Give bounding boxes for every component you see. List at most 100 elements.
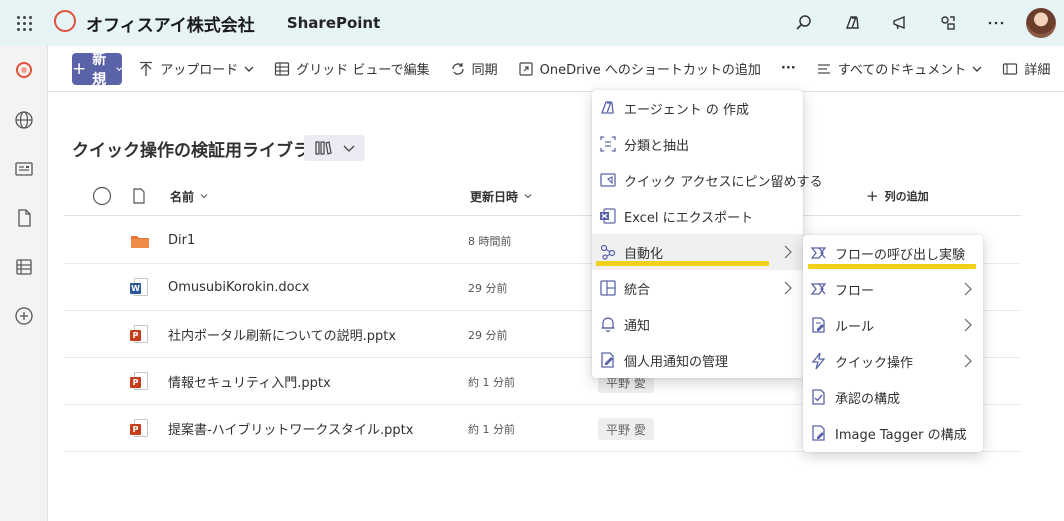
submenu-item-rules[interactable]: ルール xyxy=(803,307,983,343)
info-pane-icon xyxy=(1003,62,1018,75)
menu-item-label: 分類と抽出 xyxy=(624,138,690,154)
rail-site-logo[interactable] xyxy=(0,46,48,95)
library-view-icon xyxy=(314,141,332,155)
row-modified: 約 1 分前 xyxy=(468,422,515,436)
waffle-icon xyxy=(16,15,32,31)
left-rail xyxy=(0,46,48,521)
rail-create[interactable] xyxy=(0,291,48,340)
add-column-label: 列の追加 xyxy=(884,190,929,203)
shortcut-icon xyxy=(519,61,533,76)
new-button[interactable]: + 新規 xyxy=(72,52,123,88)
upload-label: アップロード xyxy=(160,63,239,78)
more-commands-button[interactable]: ··· xyxy=(771,53,806,85)
powerpoint-file-icon: P xyxy=(130,325,150,345)
select-all-checkbox[interactable] xyxy=(92,176,112,216)
document-icon xyxy=(133,188,145,204)
sync-button[interactable]: 同期 xyxy=(440,53,508,85)
menu-item-export-excel[interactable]: Excel にエクスポート xyxy=(592,198,803,234)
rail-sites[interactable] xyxy=(0,95,48,144)
modified-by-badge[interactable]: 平野 愛 xyxy=(598,418,654,440)
brand-name[interactable]: オフィスアイ株式会社 xyxy=(86,11,255,36)
plus-icon: + xyxy=(72,58,87,79)
share-button[interactable] xyxy=(924,0,972,46)
powerpoint-file-icon: P xyxy=(130,419,150,439)
menu-item-extract[interactable]: 分類と抽出 xyxy=(592,126,803,162)
share-icon xyxy=(941,16,955,30)
menu-item-label: 自動化 xyxy=(624,246,664,262)
view-list-icon xyxy=(817,63,830,74)
modified-column-header[interactable]: 更新日時 xyxy=(470,176,532,216)
manage-alerts-icon xyxy=(601,352,614,368)
announcements-button[interactable] xyxy=(876,0,924,46)
submenu-item-label: フロー xyxy=(835,283,875,299)
menu-item-label: クイック アクセスにピン留めする xyxy=(624,174,823,190)
search-button[interactable] xyxy=(780,0,828,46)
search-icon xyxy=(796,15,811,30)
avatar[interactable] xyxy=(1026,8,1056,38)
chevron-right-icon xyxy=(964,282,972,296)
menu-item-create-agent[interactable]: エージェント の 作成 xyxy=(592,90,803,126)
menu-item-integrate[interactable]: 統合 xyxy=(592,270,803,306)
more-icon xyxy=(988,21,1004,25)
app-name[interactable]: SharePoint xyxy=(287,14,380,32)
rail-lists[interactable] xyxy=(0,242,48,291)
submenu-item-image-tagger[interactable]: Image Tagger の構成 xyxy=(803,415,983,451)
excel-icon xyxy=(600,208,616,224)
automate-icon xyxy=(600,244,616,260)
brand-logo[interactable] xyxy=(54,10,80,36)
pin-icon xyxy=(600,173,616,187)
row-name[interactable]: 社内ポータル刷新についての説明.pptx xyxy=(168,311,396,358)
row-name[interactable]: Dir1 xyxy=(168,217,195,264)
add-column-button[interactable]: + 列の追加 xyxy=(866,176,929,216)
sync-icon xyxy=(451,62,464,75)
rail-news[interactable] xyxy=(0,144,48,193)
menu-item-label: 通知 xyxy=(624,318,651,334)
grid-edit-button[interactable]: グリッド ビューで編集 xyxy=(264,53,439,85)
menu-item-label: エージェント の 作成 xyxy=(624,102,750,118)
approval-icon xyxy=(812,389,825,405)
image-tagger-icon xyxy=(812,425,825,441)
chevron-down-icon xyxy=(244,66,254,72)
file-type-column[interactable] xyxy=(132,176,146,216)
onedrive-shortcut-label: OneDrive へのショートカットの追加 xyxy=(539,63,761,78)
row-name[interactable]: OmusubiKorokin.docx xyxy=(168,264,309,311)
view-switcher-button[interactable] xyxy=(304,135,365,161)
row-name[interactable]: 提案書-ハイブリットワークスタイル.pptx xyxy=(168,405,413,452)
view-selector[interactable]: すべてのドキュメント xyxy=(806,53,993,85)
globe-icon xyxy=(15,110,33,129)
menu-item-pin-quick-access[interactable]: クイック アクセスにピン留めする xyxy=(592,162,822,198)
list-icon xyxy=(16,258,32,275)
row-name[interactable]: 情報セキュリティ入門.pptx xyxy=(168,358,331,405)
rail-files[interactable] xyxy=(0,193,48,242)
upload-button[interactable]: アップロード xyxy=(128,53,264,85)
modified-column-label: 更新日時 xyxy=(470,189,519,204)
submenu-item-label: クイック操作 xyxy=(835,355,914,371)
submenu-item-quick-actions[interactable]: クイック操作 xyxy=(803,343,983,379)
flow-icon xyxy=(810,247,827,259)
submenu-item-flow[interactable]: フロー xyxy=(803,271,983,307)
suite-bar: オフィスアイ株式会社 SharePoint xyxy=(0,0,1064,46)
copilot-button[interactable] xyxy=(828,0,876,46)
megaphone-icon xyxy=(893,15,905,30)
name-column-header[interactable]: 名前 xyxy=(170,176,208,216)
chevron-down-icon xyxy=(200,194,208,199)
details-button[interactable]: 詳細 xyxy=(992,53,1060,85)
chevron-right-icon xyxy=(784,245,792,259)
highlight-marker xyxy=(596,261,769,266)
chevron-right-icon xyxy=(964,318,972,332)
plus-icon: + xyxy=(866,187,879,205)
filter-button[interactable] xyxy=(1060,53,1064,85)
more-options-button[interactable] xyxy=(972,0,1020,46)
upload-arrow-icon xyxy=(140,61,153,76)
copilot-icon xyxy=(846,16,859,29)
menu-item-manage-alerts[interactable]: 個人用通知の管理 xyxy=(592,342,803,378)
submenu-item-label: Image Tagger の構成 xyxy=(835,427,967,443)
menu-item-alert[interactable]: 通知 xyxy=(592,306,803,342)
menu-item-label: Excel にエクスポート xyxy=(624,210,754,226)
automate-submenu: フローの呼び出し実験 フロー ルール クイック操作 承認の構成 Image Ta… xyxy=(803,235,983,452)
chevron-right-icon xyxy=(964,354,972,368)
app-launcher-button[interactable] xyxy=(0,0,48,46)
submenu-item-approvals[interactable]: 承認の構成 xyxy=(803,379,983,415)
submenu-item-label: フローの呼び出し実験 xyxy=(835,247,966,263)
onedrive-shortcut-button[interactable]: OneDrive へのショートカットの追加 xyxy=(508,53,771,85)
